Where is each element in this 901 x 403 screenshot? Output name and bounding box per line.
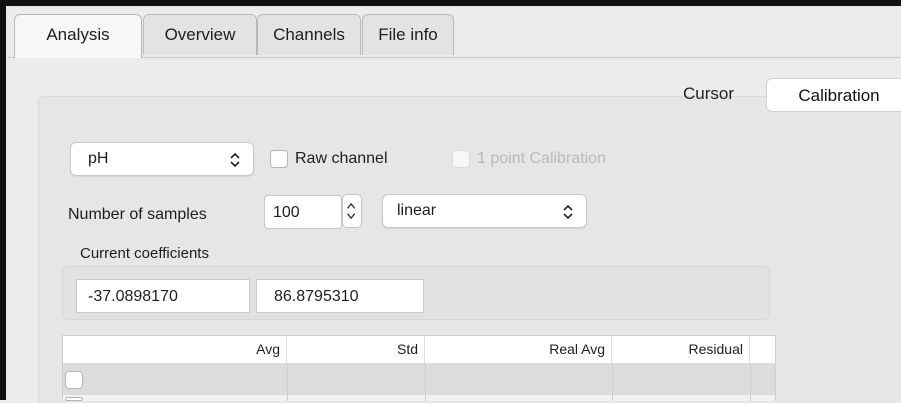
tab-analysis[interactable]: Analysis — [14, 14, 142, 58]
samples-label: Number of samples — [68, 206, 207, 223]
column-header-avg[interactable]: Avg — [63, 336, 287, 363]
column-divider — [425, 363, 426, 401]
coefficients-label: Current coefficients — [80, 245, 209, 262]
calibration-table: Avg Std Real Avg Residual — [62, 335, 776, 401]
column-divider — [287, 363, 288, 401]
raw-channel-checkbox[interactable] — [270, 150, 288, 168]
column-header-real-avg[interactable]: Real Avg — [425, 336, 612, 363]
fit-type-select-value: linear — [397, 202, 437, 219]
raw-channel-label: Raw channel — [295, 150, 388, 167]
row-checkbox[interactable] — [65, 371, 83, 389]
updown-chevron-icon — [230, 152, 240, 168]
table-row[interactable] — [63, 363, 775, 395]
one-point-calibration-label: 1 point Calibration — [477, 150, 606, 167]
stepper-arrows-icon — [346, 202, 356, 220]
channel-select[interactable]: pH — [70, 142, 254, 176]
channel-select-value: pH — [88, 150, 109, 167]
samples-stepper[interactable] — [342, 194, 362, 228]
column-header-std[interactable]: Std — [287, 336, 425, 363]
tab-overview[interactable]: Overview — [143, 14, 257, 55]
coefficient-2-field[interactable]: 86.8795310 — [256, 279, 424, 313]
coefficient-2-value: 86.8795310 — [274, 288, 359, 305]
window-frame-left — [0, 0, 6, 400]
one-point-calibration-checkbox[interactable] — [452, 150, 470, 168]
tab-channels[interactable]: Channels — [257, 14, 361, 55]
coefficient-1-value: -37.0898170 — [88, 288, 178, 305]
subtab-calibration[interactable]: Calibration — [766, 78, 901, 112]
coefficient-1-field[interactable]: -37.0898170 — [76, 279, 250, 313]
fit-type-select[interactable]: linear — [382, 194, 587, 228]
tab-file-info[interactable]: File info — [362, 14, 454, 55]
column-divider — [612, 363, 613, 401]
column-header-residual[interactable]: Residual — [612, 336, 750, 363]
samples-input[interactable]: 100 — [264, 195, 342, 229]
table-row[interactable] — [63, 395, 775, 401]
updown-chevron-icon — [563, 204, 573, 220]
column-divider — [750, 363, 751, 401]
subtab-cursor[interactable]: Cursor — [653, 77, 764, 111]
samples-value: 100 — [273, 204, 300, 221]
row-checkbox[interactable] — [65, 397, 83, 401]
tab-bar: Analysis Overview Channels File info — [7, 6, 901, 58]
